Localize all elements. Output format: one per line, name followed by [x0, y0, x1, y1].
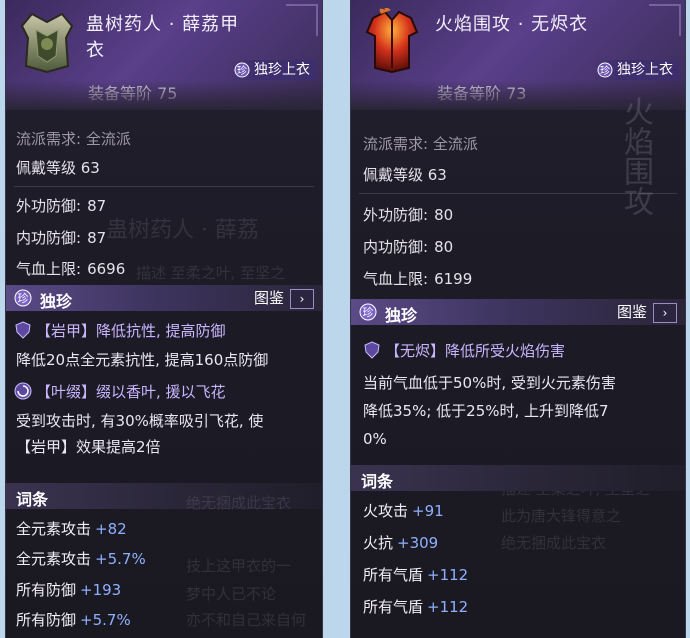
- effect-description: 0%: [363, 430, 387, 448]
- affix-row: 所有气盾 +112: [363, 598, 469, 616]
- wear-level: 佩戴等级 63: [363, 166, 447, 184]
- unique-rarity-icon: 珍: [597, 62, 613, 78]
- rarity-badge: 珍 独珍上衣: [593, 60, 679, 80]
- effect-title: 【岩甲】降低抗性, 提高防御: [14, 320, 226, 341]
- effect-description: 【岩甲】效果提高2倍: [16, 438, 161, 456]
- unique-rarity-icon: 珍: [234, 62, 250, 78]
- stat-row: 外功防御: 80: [363, 206, 454, 224]
- tooltip-header: 火焰围攻 · 无烬衣 珍 独珍上衣 装备等阶 73: [351, 0, 685, 110]
- item-name: 火焰围攻 · 无烬衣: [435, 14, 589, 35]
- affix-row: 火攻击 +91: [363, 502, 444, 520]
- ghost-desc: 描述 至柔之叶, 至坚之: [136, 264, 286, 282]
- svg-text:珍: 珍: [600, 65, 610, 77]
- item-tooltip-right: 火焰围攻 · 无烬衣 珍 独珍上衣 装备等阶 73 火焰围攻 描述 至柔之叶, …: [350, 0, 686, 638]
- armor-item-icon: [20, 12, 74, 74]
- affix-row: 全元素攻击 +82: [16, 520, 127, 538]
- stat-row: 外功防御: 87: [16, 197, 107, 215]
- svg-text:珍: 珍: [363, 306, 374, 319]
- corner-ornament: [649, 4, 681, 36]
- svg-text:珍: 珍: [237, 65, 247, 77]
- effect-description: 受到攻击时, 有30%概率吸引飞花, 使: [16, 412, 264, 430]
- school-requirement: 流派需求: 全流派: [363, 135, 478, 153]
- stat-row: 内功防御: 80: [363, 238, 454, 256]
- armor-item-icon: [365, 8, 419, 74]
- school-requirement: 流派需求: 全流派: [16, 130, 131, 148]
- ghost-desc: 此为唐大锋得意之: [501, 507, 622, 525]
- swirl-effect-icon: [14, 382, 32, 400]
- effect-title: 【叶缀】缀以香叶, 援以飞花: [14, 381, 226, 402]
- gear-level: 装备等阶 75: [88, 84, 178, 103]
- unique-section-header: 珍 独珍 图鉴 ›: [6, 285, 322, 311]
- gear-level: 装备等阶 73: [437, 84, 527, 103]
- shield-effect-icon: [364, 341, 380, 359]
- shield-effect-icon: [15, 321, 31, 339]
- chevron-right-icon: ›: [290, 288, 314, 309]
- ghost-desc: 梦中人已不论: [186, 585, 277, 603]
- wear-level: 佩戴等级 63: [16, 159, 100, 177]
- affix-section-header: 词条: [351, 465, 685, 491]
- divider: [359, 193, 677, 194]
- corner-ornament: [286, 4, 318, 36]
- effect-description: 降低20点全元素抗性, 提高160点防御: [16, 351, 269, 369]
- ghost-title: 蛊树药人 · 薛荔: [106, 218, 259, 243]
- ghost-vertical-title: 火焰围攻: [618, 96, 653, 216]
- stat-row: 气血上限: 6696: [16, 260, 126, 278]
- svg-text:珍: 珍: [18, 292, 29, 305]
- divider: [14, 186, 314, 187]
- unique-section-header: 珍 独珍 图鉴 ›: [351, 299, 685, 325]
- item-tooltip-left: 蛊树药人 · 薛荔甲 衣 珍 独珍上衣 装备等阶 75 蛊树药人 · 薛荔 描述…: [5, 0, 323, 638]
- chevron-right-icon: ›: [653, 302, 677, 323]
- affix-row: 所有防御 +193: [16, 581, 122, 599]
- ghost-desc: 亦不和自己来自何: [186, 611, 307, 629]
- ghost-desc: 技上这甲衣的一: [186, 557, 292, 575]
- unique-rarity-icon: 珍: [14, 289, 32, 307]
- unique-rarity-icon: 珍: [359, 303, 377, 321]
- effect-description: 当前气血低于50%时, 受到火元素伤害: [363, 374, 616, 392]
- affix-row: 所有防御 +5.7%: [16, 611, 131, 629]
- stat-row: 内功防御: 87: [16, 229, 107, 247]
- stat-row: 气血上限: 6199: [363, 270, 473, 288]
- rarity-badge: 珍 独珍上衣: [230, 60, 316, 80]
- codex-button[interactable]: 图鉴 ›: [254, 287, 314, 309]
- affix-row: 全元素攻击 +5.7%: [16, 550, 146, 568]
- ghost-desc: 绝无捆成此宝衣: [501, 534, 607, 552]
- affix-row: 火抗 +309: [363, 534, 439, 552]
- codex-button[interactable]: 图鉴 ›: [617, 301, 677, 323]
- affix-section-header: 词条: [6, 483, 322, 509]
- effect-description: 降低35%; 低于25%时, 上升到降低7: [363, 402, 609, 420]
- tooltip-header: 蛊树药人 · 薛荔甲 衣 珍 独珍上衣 装备等阶 75: [6, 0, 322, 110]
- item-name: 蛊树药人 · 薛荔甲 衣: [86, 14, 240, 61]
- effect-title: 【无烬】降低所受火焰伤害: [363, 340, 565, 361]
- affix-row: 所有气盾 +112: [363, 566, 469, 584]
